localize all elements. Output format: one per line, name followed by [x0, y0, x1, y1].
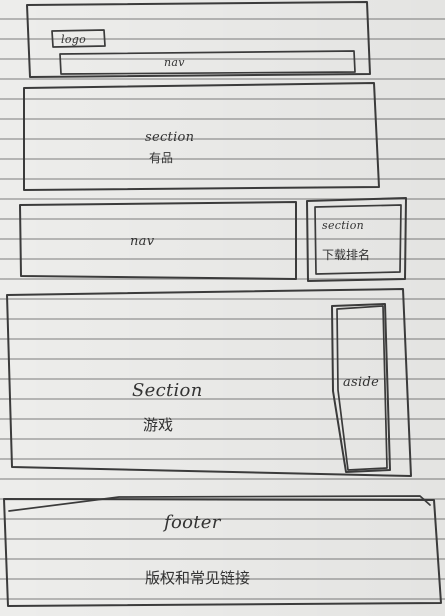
footer-subtitle: 版权和常见链接: [145, 569, 250, 587]
header-nav-box: [59, 50, 356, 75]
game-section-subtitle: 游戏: [143, 416, 173, 434]
section1-box: [23, 82, 380, 191]
footer-box: [3, 498, 442, 607]
header-nav-label: nav: [164, 56, 185, 69]
section1-title: section: [145, 130, 194, 145]
row3-section-subtitle: 下载排名: [322, 247, 370, 262]
logo-label: logo: [61, 33, 86, 46]
aside-label: aside: [343, 375, 379, 390]
row3-section-inner-box: [314, 204, 402, 275]
footer-title: footer: [162, 512, 222, 533]
row3-section-title: section: [322, 219, 364, 232]
game-section-title: Section: [132, 380, 203, 401]
wireframe-diagram: logo nav section 有品 nav section 下载排名 Sec…: [0, 0, 445, 616]
row3-nav-label: nav: [130, 234, 155, 249]
section1-subtitle: 有品: [149, 151, 173, 165]
row3-nav-box: [19, 201, 297, 280]
row3-section-box: [306, 197, 407, 282]
